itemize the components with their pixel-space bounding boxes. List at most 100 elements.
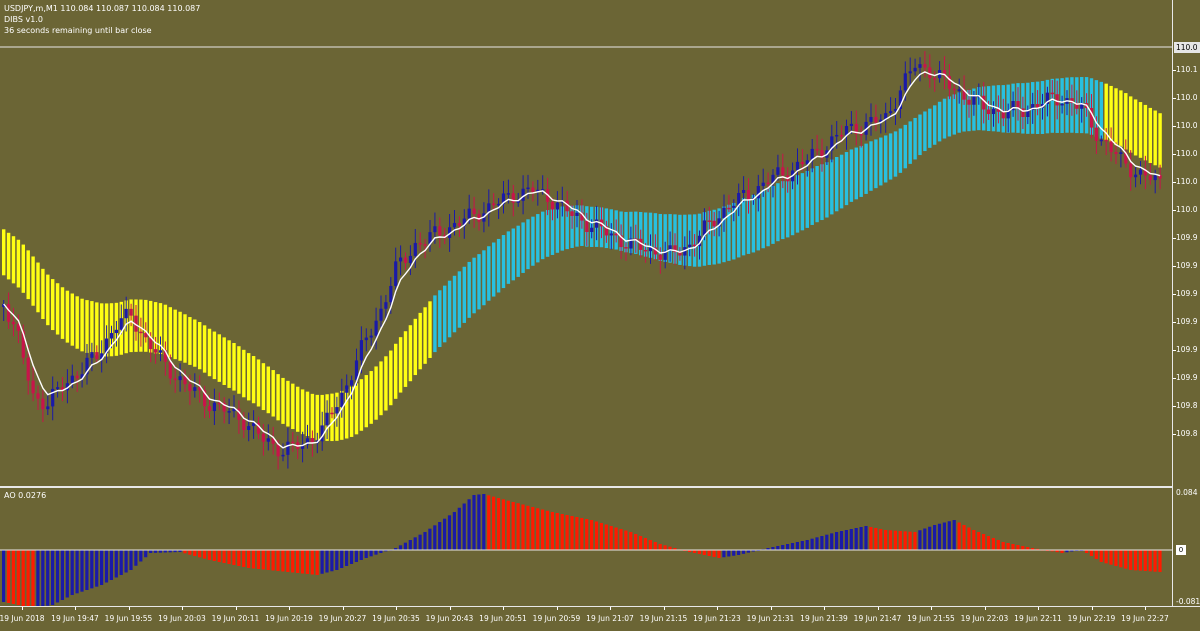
time-tick-label: 19 Jun 21:47	[853, 614, 902, 623]
candle-body	[193, 387, 197, 391]
ao-histogram-bar	[139, 550, 143, 562]
ao-histogram-bar	[222, 550, 226, 563]
dibs-ribbon-bar	[207, 328, 212, 377]
dibs-ribbon-bar	[820, 164, 824, 221]
ao-histogram-bar	[281, 550, 285, 572]
dibs-ribbon-bar	[276, 374, 280, 421]
time-tick-mark	[182, 607, 183, 610]
dibs-ribbon-bar	[193, 319, 197, 367]
ao-histogram-bar	[727, 550, 731, 557]
price-chart-canvas[interactable]	[0, 0, 1172, 486]
time-tick-label: 19 Jun 20:19	[265, 614, 313, 623]
dibs-ribbon-bar	[1114, 88, 1118, 145]
ao-histogram-bar	[898, 531, 902, 550]
ao-histogram-bar	[305, 550, 309, 574]
ao-histogram-bar	[65, 550, 69, 598]
ao-histogram-bar	[364, 550, 368, 558]
candle-body	[1129, 163, 1133, 178]
price-tick-label: 109.9	[1176, 261, 1198, 270]
candle-body	[129, 308, 133, 316]
ao-histogram-bar	[952, 520, 956, 550]
dibs-ribbon-bar	[933, 105, 937, 145]
ao-histogram-bar	[511, 502, 515, 550]
ao-histogram-bar	[619, 529, 623, 550]
dibs-ribbon-bar	[51, 279, 55, 331]
dibs-ribbon-bar	[947, 96, 952, 137]
ao-histogram-bar	[21, 550, 25, 606]
dibs-ribbon-bar	[879, 137, 883, 186]
dibs-ribbon-bar	[1133, 99, 1138, 156]
time-axis[interactable]: 19 Jun 2018 19 Jun 19:47 19 Jun 19:55 19 Ju…	[0, 606, 1200, 631]
ao-histogram-bar	[580, 518, 584, 550]
ao-histogram-bar	[1129, 550, 1133, 570]
price-tick-label: 109.9	[1176, 317, 1198, 326]
candle-body	[1119, 152, 1123, 154]
ao-histogram-bar	[737, 550, 741, 555]
time-tick-label: 19 Jun 20:43	[425, 614, 474, 623]
ao-indicator-pane[interactable]: AO 0.0276	[0, 488, 1172, 606]
price-scale[interactable]: 110.0 0.084 0 -0.081 110.1 110.0 110.0 110.…	[1172, 0, 1200, 606]
ao-histogram-bar	[251, 550, 256, 569]
time-tick-label: 19 Jun 20:27	[318, 614, 367, 623]
candle-body	[570, 211, 574, 216]
candle-body	[340, 392, 344, 408]
price-tick-label: 109.9	[1176, 233, 1198, 242]
dibs-ribbon-bar	[854, 147, 858, 200]
ao-histogram-bar	[972, 530, 976, 550]
ao-histogram-bar	[928, 526, 932, 550]
candle-body	[467, 208, 471, 219]
dibs-ribbon-bar	[516, 225, 520, 277]
dibs-ribbon-bar	[291, 383, 295, 430]
time-tick-mark	[770, 607, 772, 610]
ao-histogram-bar	[144, 550, 148, 558]
ao-histogram-bar	[1138, 550, 1142, 571]
ao-histogram-bar	[639, 536, 643, 550]
price-tick-label: 109.8	[1176, 429, 1198, 438]
ao-histogram-bar	[315, 550, 319, 575]
candle-body	[727, 207, 731, 210]
candle-body	[795, 161, 800, 171]
ao-histogram-bar	[570, 516, 574, 550]
price-tick-label: 109.8	[1176, 401, 1198, 410]
price-chart-pane[interactable]: USDJPY,m,M1 110.084 110.087 110.084 110.…	[0, 0, 1172, 488]
ao-histogram-bar	[967, 527, 971, 550]
time-tick-label: 19 Jun 21:31	[746, 614, 795, 623]
candle-body	[688, 244, 692, 248]
candle-body	[590, 227, 594, 233]
candle-body	[408, 255, 412, 263]
ao-scale-top: 0.084	[1176, 488, 1198, 497]
candle-body	[374, 320, 378, 336]
candle-body	[492, 203, 496, 206]
ao-histogram-bar	[398, 545, 403, 550]
time-tick-mark	[1091, 607, 1093, 610]
ao-histogram-canvas[interactable]	[0, 488, 1172, 606]
ao-histogram-bar	[991, 538, 995, 550]
dibs-ribbon-bar	[438, 290, 442, 348]
ao-histogram-bar	[830, 533, 834, 550]
ao-histogram-bar	[462, 503, 466, 550]
ao-histogram-bar	[11, 550, 15, 604]
dibs-ribbon-bar	[188, 317, 192, 365]
candle-body	[1094, 127, 1098, 141]
ao-histogram-bar	[913, 532, 917, 550]
dibs-ribbon-bar	[55, 283, 60, 335]
dibs-ribbon-bar	[408, 325, 413, 382]
candle-body	[982, 95, 986, 110]
candle-body	[908, 71, 912, 74]
candle-body	[26, 357, 30, 381]
ao-histogram-bar	[545, 510, 550, 550]
ao-histogram-bar	[433, 525, 437, 550]
ao-histogram-bar	[629, 532, 633, 550]
candle-body	[281, 454, 285, 457]
candle-body	[766, 182, 770, 185]
candle-body	[119, 318, 123, 330]
ao-histogram-bar	[207, 550, 211, 560]
ao-histogram-bar	[1089, 550, 1093, 556]
dibs-ribbon-bar	[389, 350, 393, 406]
ao-histogram-bar	[815, 537, 819, 550]
moving-average-line	[3, 71, 1161, 449]
dibs-ribbon-bar	[923, 111, 927, 152]
ao-histogram-bar	[506, 500, 510, 550]
ao-histogram-bar	[1158, 550, 1162, 572]
ao-histogram-bar	[717, 550, 721, 558]
